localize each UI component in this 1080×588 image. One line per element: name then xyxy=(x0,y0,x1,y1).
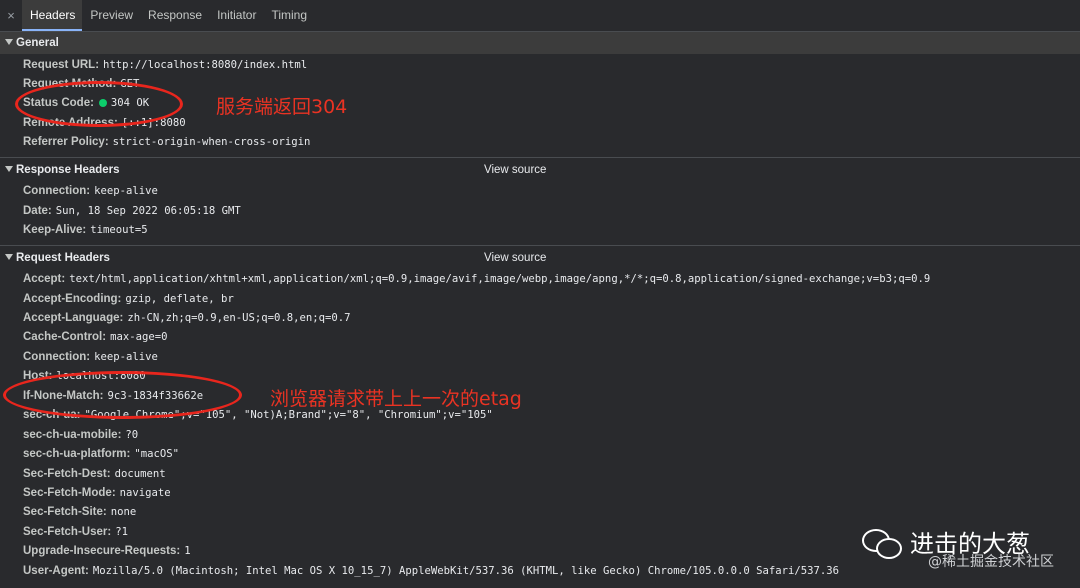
watermark-sub: @稀土掘金技术社区 xyxy=(928,554,1054,570)
header-value: strict-origin-when-cross-origin xyxy=(112,136,311,148)
status-code-highlight-ellipse xyxy=(15,81,183,127)
header-key: Sec-Fetch-Dest: xyxy=(23,468,111,480)
request-header-row: Upgrade-Insecure-Requests: 1 xyxy=(23,542,191,561)
etag-highlight-ellipse xyxy=(3,371,242,419)
tab-preview[interactable]: Preview xyxy=(82,0,140,31)
request-header-row: Accept-Language: zh-CN,zh;q=0.9,en-US;q=0… xyxy=(23,309,351,328)
response-headers-section-header[interactable]: Response Headers View source xyxy=(0,159,1080,181)
section-divider xyxy=(0,157,1080,158)
response-view-source-link[interactable]: View source xyxy=(484,159,546,181)
header-value: zh-CN,zh;q=0.9,en-US;q=0.8,en;q=0.7 xyxy=(127,312,351,324)
header-value: timeout=5 xyxy=(90,224,148,236)
request-view-source-link[interactable]: View source xyxy=(484,247,546,269)
request-header-row: sec-ch-ua-platform: "macOS" xyxy=(23,445,179,464)
request-header-row: sec-ch-ua-mobile: ?0 xyxy=(23,426,138,445)
header-value: ?1 xyxy=(115,526,128,538)
wechat-icon xyxy=(862,527,902,559)
request-header-row: Sec-Fetch-Mode: navigate xyxy=(23,484,171,503)
devtools-tab-bar: × Headers Preview Response Initiator Tim… xyxy=(0,0,1080,32)
request-header-row: Sec-Fetch-User: ?1 xyxy=(23,523,128,542)
response-header-row: Connection: keep-alive xyxy=(23,182,158,201)
etag-annotation: 浏览器请求带上上一次的etag xyxy=(270,388,522,410)
request-header-row: Cache-Control: max-age=0 xyxy=(23,328,167,347)
header-value: text/html,application/xhtml+xml,applicat… xyxy=(69,273,931,285)
header-key: Accept: xyxy=(23,273,66,285)
header-key: sec-ch-ua-mobile: xyxy=(23,429,122,441)
header-value: ?0 xyxy=(125,429,139,441)
expand-triangle-icon xyxy=(5,254,13,261)
general-section-header[interactable]: General xyxy=(0,32,1080,54)
header-key: Referrer Policy: xyxy=(23,136,109,148)
tab-initiator[interactable]: Initiator xyxy=(209,0,263,31)
tab-response[interactable]: Response xyxy=(140,0,209,31)
header-value: Sun, 18 Sep 2022 06:05:18 GMT xyxy=(55,205,241,217)
request-header-row: Sec-Fetch-Site: none xyxy=(23,503,136,522)
request-header-row: Sec-Fetch-Dest: document xyxy=(23,465,166,484)
response-header-row: Keep-Alive: timeout=5 xyxy=(23,221,148,240)
request-headers-section-header[interactable]: Request Headers View source xyxy=(0,247,1080,269)
request-header-row: User-Agent: Mozilla/5.0 (Macintosh; Intel… xyxy=(23,562,839,581)
response-header-row: Date: Sun, 18 Sep 2022 06:05:18 GMT xyxy=(23,202,241,221)
header-value: keep-alive xyxy=(94,351,158,363)
header-key: Connection: xyxy=(23,185,91,197)
header-key: Cache-Control: xyxy=(23,331,107,343)
expand-triangle-icon xyxy=(5,39,13,46)
header-value: 1 xyxy=(184,545,191,557)
header-value: document xyxy=(114,468,166,480)
header-key: Connection: xyxy=(23,351,91,363)
header-value: Mozilla/5.0 (Macintosh; Intel Mac OS X 1… xyxy=(92,565,840,577)
header-value: http://localhost:8080/index.html xyxy=(103,59,308,71)
request-header-row: Accept: text/html,application/xhtml+xml,a… xyxy=(23,270,930,289)
general-row: Request URL: http://localhost:8080/index.… xyxy=(23,56,307,75)
header-key: Sec-Fetch-Site: xyxy=(23,506,107,518)
header-value: "macOS" xyxy=(134,448,180,460)
request-header-row: Connection: keep-alive xyxy=(23,348,158,367)
header-key: Upgrade-Insecure-Requests: xyxy=(23,545,181,557)
header-value: none xyxy=(110,506,137,518)
header-value: keep-alive xyxy=(94,185,158,197)
section-divider xyxy=(0,245,1080,246)
status-annotation: 服务端返回304 xyxy=(216,96,348,118)
request-header-row: Accept-Encoding: gzip, deflate, br xyxy=(23,290,234,309)
close-icon[interactable]: × xyxy=(0,8,22,23)
response-headers-title: Response Headers xyxy=(16,164,120,176)
header-key: Accept-Language: xyxy=(23,312,124,324)
tab-headers[interactable]: Headers xyxy=(22,0,83,31)
expand-triangle-icon xyxy=(5,166,13,173)
header-key: Date: xyxy=(23,205,52,217)
header-key: Accept-Encoding: xyxy=(23,293,122,305)
header-key: sec-ch-ua-platform: xyxy=(23,448,131,460)
header-key: User-Agent: xyxy=(23,565,89,577)
header-value: max-age=0 xyxy=(110,331,168,343)
header-value: navigate xyxy=(119,487,171,499)
header-key: Keep-Alive: xyxy=(23,224,87,236)
request-headers-title: Request Headers xyxy=(16,252,110,264)
tab-timing[interactable]: Timing xyxy=(263,0,314,31)
header-key: Request URL: xyxy=(23,59,100,71)
general-title: General xyxy=(16,37,59,49)
header-key: Sec-Fetch-User: xyxy=(23,526,112,538)
header-value: gzip, deflate, br xyxy=(125,293,234,305)
general-row: Referrer Policy: strict-origin-when-cross… xyxy=(23,133,310,152)
header-key: Sec-Fetch-Mode: xyxy=(23,487,116,499)
